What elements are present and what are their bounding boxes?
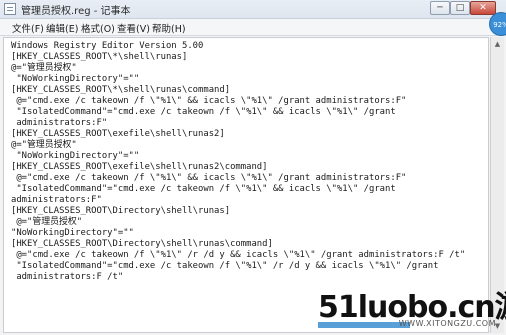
menu-help[interactable]: 帮助(H) xyxy=(152,21,186,35)
site-watermark: 51luobo.cn游 WWW.XITONGZU.COM xyxy=(318,282,506,330)
window-title: 管理员授权.reg - 记事本 xyxy=(21,6,131,17)
watermark-subtext: WWW.XITONGZU.COM xyxy=(398,319,496,328)
text-line: Windows Registry Editor Version 5.00 xyxy=(11,41,204,51)
text-line: "NoWorkingDirectory"="" xyxy=(11,74,140,84)
text-line: @="管理员授权" xyxy=(11,217,83,227)
text-line: administrators:F /t" xyxy=(11,272,124,282)
menu-view[interactable]: 查看(V) xyxy=(117,21,150,35)
text-line: [HKEY_CLASSES_ROOT\Directory\shell\runas… xyxy=(11,206,231,216)
text-line: [HKEY_CLASSES_ROOT\exefile\shell\runas2\… xyxy=(11,162,268,172)
text-line: administrators:F" xyxy=(11,118,108,128)
text-line: "NoWorkingDirectory"="" xyxy=(11,228,134,238)
text-line: [HKEY_CLASSES_ROOT\exefile\shell\runas2] xyxy=(11,129,225,139)
overlay-badge[interactable]: 92% xyxy=(489,12,506,36)
menu-file[interactable]: 文件(F) xyxy=(12,21,44,35)
notepad-icon xyxy=(4,3,16,15)
menu-format[interactable]: 格式(O) xyxy=(81,21,115,35)
text-line: @="cmd.exe /c takeown /f \"%1\" /r /d y … xyxy=(11,250,466,260)
text-line: @="cmd.exe /c takeown /f \"%1\" && icacl… xyxy=(11,173,407,183)
title-bar[interactable]: 管理员授权.reg - 记事本 ─ □ ✕ xyxy=(0,0,506,19)
maximize-button[interactable]: □ xyxy=(450,1,470,15)
text-line: @="管理员授权" xyxy=(11,63,77,73)
text-line: @="管理员授权" xyxy=(11,140,77,150)
text-line: @="cmd.exe /c takeown /f \"%1\" && icacl… xyxy=(11,96,407,106)
menu-edit[interactable]: 编辑(E) xyxy=(46,21,78,35)
text-line: "IsolatedCommand"="cmd.exe /c takeown /f… xyxy=(11,261,439,271)
text-line: [HKEY_CLASSES_ROOT\Directory\shell\runas… xyxy=(11,239,273,249)
scroll-up-icon[interactable]: ▲ xyxy=(492,38,503,50)
text-line: [HKEY_CLASSES_ROOT\*\shell\runas] xyxy=(11,52,188,62)
minimize-button[interactable]: ─ xyxy=(430,1,450,15)
close-button[interactable]: ✕ xyxy=(470,1,496,15)
menu-bar: 文件(F) 编辑(E) 格式(O) 查看(V) 帮助(H) xyxy=(0,19,506,36)
text-line: "NoWorkingDirectory"="" xyxy=(11,151,140,161)
text-line: administrators:F" xyxy=(11,195,102,205)
text-line: [HKEY_CLASSES_ROOT\*\shell\runas\command… xyxy=(11,85,231,95)
text-line: "IsolatedCommand"="cmd.exe /c takeown /f… xyxy=(11,184,396,194)
text-line: "IsolatedCommand"="cmd.exe /c takeown /f… xyxy=(11,107,396,117)
